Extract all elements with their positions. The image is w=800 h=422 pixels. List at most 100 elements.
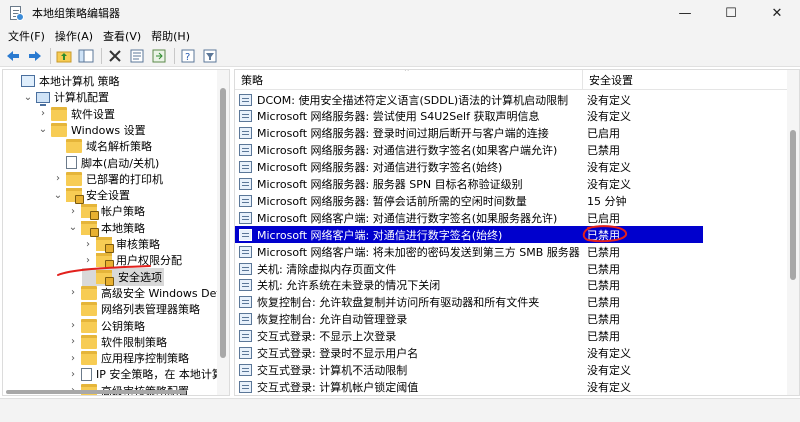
policy-name: 交互式登录: 登录时不显示用户名 xyxy=(257,347,419,360)
tree-item[interactable]: › 软件限制策略 xyxy=(67,333,167,351)
policy-name: Microsoft 网络服务器: 对通信进行数字签名(始终) xyxy=(257,161,503,175)
tree-item[interactable]: 网络列表管理器策略 xyxy=(67,300,200,318)
policy-row[interactable]: 交互式登录: 登录时不显示用户名 没有定义 xyxy=(235,345,787,362)
tree-item-label: 软件设置 xyxy=(71,107,115,121)
collapse-chevron-icon[interactable]: ⌄ xyxy=(22,91,34,103)
tree-item[interactable]: › 用户权限分配 xyxy=(82,251,182,270)
folder-icon xyxy=(66,171,82,186)
policy-name: 关机: 允许系统在未登录的情况下关闭 xyxy=(257,279,441,293)
expand-chevron-icon[interactable]: › xyxy=(82,238,94,250)
tree-item-label: 高级安全 Windows Defender xyxy=(101,286,229,300)
expand-chevron-icon[interactable]: › xyxy=(67,287,79,299)
tree-item[interactable]: 域名解析策略 xyxy=(52,137,152,155)
collapse-chevron-icon[interactable]: ⌄ xyxy=(52,189,64,201)
collapse-chevron-icon[interactable]: ⌄ xyxy=(67,222,79,234)
policy-setting-icon xyxy=(239,330,252,343)
tree-item[interactable]: › 审核策略 xyxy=(82,235,160,253)
menu-file[interactable]: 文件(F) xyxy=(3,28,50,44)
expand-chevron-icon[interactable]: › xyxy=(67,352,79,364)
forward-icon[interactable] xyxy=(25,47,45,65)
export-icon[interactable] xyxy=(149,47,169,65)
policy-row[interactable]: 交互式登录: 计算机帐户锁定阈值 没有定义 xyxy=(235,378,787,395)
policy-row[interactable]: 交互式登录: 不显示上次登录 已禁用 xyxy=(235,328,787,345)
back-icon[interactable] xyxy=(3,47,23,65)
toolbar: ? xyxy=(0,45,800,67)
policy-row[interactable]: 交互式登录: 试图登录的用户的消息标题 xyxy=(235,395,787,396)
policy-name: Microsoft 网络客户端: 对通信进行数字签名(始终) xyxy=(257,228,503,242)
help-icon[interactable]: ? xyxy=(178,47,198,65)
policy-row[interactable]: Microsoft 网络服务器: 对通信进行数字签名(始终) 没有定义 xyxy=(235,159,787,176)
policy-row[interactable]: DCOM: 使用安全描述符定义语言(SDDL)语法的计算机启动限制 没有定义 xyxy=(235,91,787,108)
expand-chevron-icon[interactable]: › xyxy=(67,320,79,332)
tree-item[interactable]: › 高级安全 Windows Defender xyxy=(67,284,229,302)
tree-scrollbar[interactable] xyxy=(217,70,229,395)
tree-item[interactable]: › 已部署的打印机 xyxy=(52,170,163,188)
expand-chevron-icon[interactable]: › xyxy=(37,108,49,120)
properties-icon[interactable] xyxy=(127,47,147,65)
tree-item[interactable]: › 帐户策略 xyxy=(67,202,145,221)
folder-icon xyxy=(81,285,97,300)
tree-item[interactable]: 脚本(启动/关机) xyxy=(52,154,159,172)
expand-chevron-icon[interactable]: › xyxy=(82,254,94,266)
tree-item[interactable]: › 软件设置 xyxy=(37,105,115,123)
policy-setting-icon xyxy=(239,127,252,140)
filter-icon[interactable] xyxy=(200,47,220,65)
collapse-chevron-icon[interactable]: ⌄ xyxy=(37,124,49,136)
list-scroll-thumb[interactable] xyxy=(790,130,796,280)
tree-item-label: 软件限制策略 xyxy=(101,335,167,349)
list-scrollbar[interactable] xyxy=(787,70,799,395)
policy-row[interactable]: Microsoft 网络服务器: 暂停会话前所需的空闲时间数量 15 分钟 xyxy=(235,192,787,209)
menu-bar: 文件(F) 操作(A) 查看(V) 帮助(H) xyxy=(0,26,800,45)
tree-item[interactable]: 安全选项 xyxy=(82,267,164,286)
tree-h-scroll-thumb[interactable] xyxy=(6,390,186,394)
expand-chevron-icon[interactable]: › xyxy=(67,336,79,348)
tree-item[interactable]: › 应用程序控制策略 xyxy=(67,349,189,367)
tree-item[interactable]: ⌄ Windows 设置 xyxy=(37,121,146,139)
lockfolder-icon xyxy=(96,237,114,253)
policy-row[interactable]: 交互式登录: 计算机不活动限制 没有定义 xyxy=(235,361,787,378)
policy-row[interactable]: Microsoft 网络服务器: 尝试使用 S4U2Self 获取声明信息 没有定… xyxy=(235,108,787,125)
policy-setting-icon xyxy=(239,347,252,359)
tree-item-label: 安全选项 xyxy=(118,270,162,284)
tree-item[interactable]: 本地计算机 策略 xyxy=(7,72,120,90)
expand-chevron-icon[interactable]: › xyxy=(67,368,79,380)
minimize-button[interactable]: — xyxy=(662,0,708,26)
policy-setting-icon xyxy=(239,178,252,190)
tree-item[interactable]: › 公钥策略 xyxy=(67,317,145,335)
show-tree-icon[interactable] xyxy=(76,47,96,65)
tree-item[interactable]: ⌄ 计算机配置 xyxy=(22,88,109,106)
column-header-security-setting[interactable]: 安全设置 xyxy=(582,70,633,90)
close-button[interactable]: ✕ xyxy=(754,0,800,26)
console-tree[interactable]: 本地计算机 策略 ⌄ 计算机配置 › 软件设置 ⌄ Windows 设置 域名解析策略 脚本(启… xyxy=(2,69,230,396)
toolbar-separator xyxy=(101,47,102,64)
policy-name: Microsoft 网络服务器: 对通信进行数字签名(如果客户端允许) xyxy=(257,144,558,158)
expand-chevron-icon[interactable]: › xyxy=(52,173,64,185)
tree-horizontal-scrollbar[interactable] xyxy=(4,389,228,395)
tree-item[interactable]: ⌄ 安全设置 xyxy=(52,186,130,205)
tree-item[interactable]: › IP 安全策略，在 本地计算机 xyxy=(67,365,229,383)
policy-row[interactable]: 恢复控制台: 允许软盘复制并访问所有驱动器和所有文件夹 已禁用 xyxy=(235,294,787,311)
expand-chevron-icon[interactable]: › xyxy=(67,205,79,217)
tree-item-label: 公钥策略 xyxy=(101,319,145,333)
policy-row[interactable]: Microsoft 网络服务器: 服务器 SPN 目标名称验证级别 没有定义 xyxy=(235,176,787,193)
policy-row[interactable]: 关机: 允许系统在未登录的情况下关闭 已禁用 xyxy=(235,277,787,294)
tree-item-label: Windows 设置 xyxy=(71,123,146,137)
policy-name: 交互式登录: 不显示上次登录 xyxy=(257,330,397,344)
policy-row[interactable]: 恢复控制台: 允许自动管理登录 已禁用 xyxy=(235,311,787,328)
menu-action[interactable]: 操作(A) xyxy=(50,28,98,44)
menu-help[interactable]: 帮助(H) xyxy=(146,28,195,44)
policy-security-setting: 已禁用 xyxy=(587,245,620,259)
policy-row[interactable]: Microsoft 网络服务器: 登录时间过期后断开与客户端的连接 已启用 xyxy=(235,125,787,142)
up-folder-icon[interactable] xyxy=(54,47,74,65)
policy-row[interactable]: Microsoft 网络客户端: 对通信进行数字签名(始终) 已禁用 xyxy=(235,226,703,244)
menu-view[interactable]: 查看(V) xyxy=(98,28,146,44)
policy-row[interactable]: 关机: 清除虚拟内存页面文件 已禁用 xyxy=(235,260,787,277)
policy-row[interactable]: Microsoft 网络服务器: 对通信进行数字签名(如果客户端允许) 已禁用 xyxy=(235,142,787,159)
policy-security-setting: 已启用 xyxy=(587,211,620,225)
tree-scroll-thumb[interactable] xyxy=(220,88,226,358)
policy-row[interactable]: Microsoft 网络客户端: 将未加密的密码发送到第三方 SMB 服务器 已禁… xyxy=(235,243,787,260)
maximize-button[interactable]: ☐ xyxy=(708,0,754,26)
policy-row[interactable]: Microsoft 网络客户端: 对通信进行数字签名(如果服务器允许) 已启用 xyxy=(235,209,787,226)
tree-item[interactable]: ⌄ 本地策略 xyxy=(67,219,145,237)
delete-icon[interactable] xyxy=(105,47,125,65)
